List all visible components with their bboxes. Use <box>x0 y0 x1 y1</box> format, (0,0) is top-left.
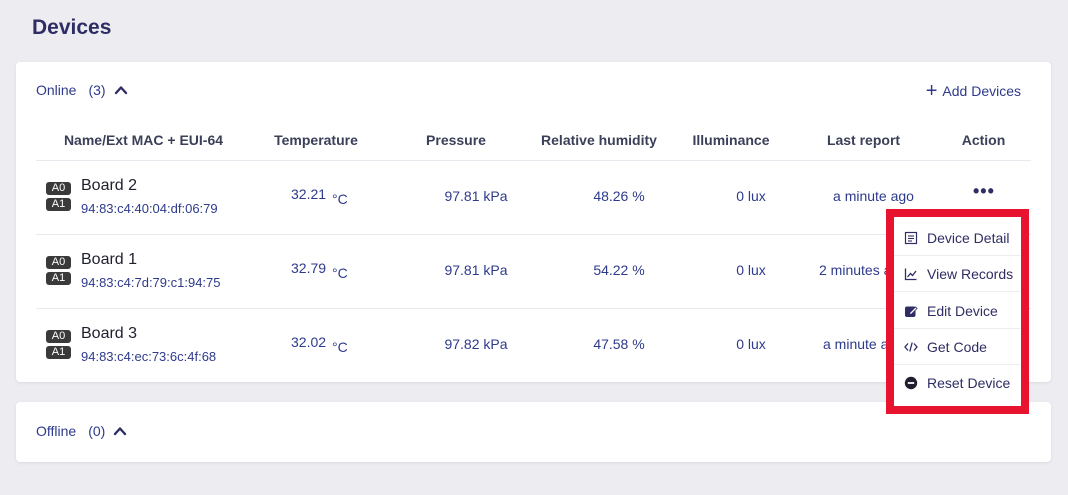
column-header-name[interactable]: Name/Ext MAC + EUI-64 <box>36 132 251 148</box>
device-name[interactable]: Board 2 <box>81 177 137 195</box>
device-name[interactable]: Board 3 <box>81 325 137 343</box>
edit-icon <box>905 305 918 317</box>
menu-item-label: View Records <box>927 265 1014 282</box>
table-row: A0 A1 Board 3 94:83:c4:ec:73:6c:4f:68 32… <box>36 309 1031 383</box>
code-icon <box>904 341 918 352</box>
last-report-value: a minute ago <box>833 188 914 204</box>
device-mac: 94:83:c4:ec:73:6c:4f:68 <box>81 349 217 364</box>
temperature-unit: °C <box>332 339 348 355</box>
offline-count: (0) <box>88 423 106 439</box>
interface-badges: A0 A1 <box>46 330 71 359</box>
temperature-unit: °C <box>332 191 348 207</box>
illuminance-value: 0 lux <box>736 336 766 352</box>
more-actions-button[interactable]: ••• <box>973 181 995 202</box>
plus-icon: + <box>925 80 938 102</box>
badge-a0: A0 <box>46 182 71 195</box>
device-mac: 94:83:c4:7d:79:c1:94:75 <box>81 275 221 290</box>
menu-item-label: Device Detail <box>927 229 1010 246</box>
offline-section-toggle[interactable]: Offline (0) <box>36 423 127 439</box>
badge-a0: A0 <box>46 330 71 343</box>
column-header-illuminance[interactable]: Illuminance <box>681 132 781 148</box>
interface-badges: A0 A1 <box>46 256 71 285</box>
column-header-action: Action <box>961 132 1006 148</box>
menu-item-label: Get Code <box>927 338 987 355</box>
add-devices-button[interactable]: + Add Devices <box>925 80 1021 102</box>
menu-item-edit-device[interactable]: Edit Device <box>894 293 1020 329</box>
illuminance-value: 0 lux <box>736 188 766 204</box>
pressure-value: 97.82 kPa <box>444 336 508 352</box>
device-mac: 94:83:c4:40:04:df:06:79 <box>81 201 218 216</box>
badge-a1: A1 <box>46 272 71 285</box>
menu-item-view-records[interactable]: View Records <box>894 256 1020 292</box>
menu-item-device-detail[interactable]: Device Detail <box>894 220 1020 256</box>
chevron-up-icon <box>114 86 127 95</box>
column-header-temperature[interactable]: Temperature <box>256 132 376 148</box>
menu-item-reset-device[interactable]: Reset Device <box>894 365 1020 401</box>
pressure-value: 97.81 kPa <box>444 262 508 278</box>
action-menu: Device Detail View Records Edit Device G… <box>886 209 1029 414</box>
menu-item-label: Edit Device <box>927 302 998 319</box>
online-section-toggle[interactable]: Online (3) <box>36 82 128 98</box>
add-devices-label: Add Devices <box>942 83 1021 99</box>
document-icon <box>904 231 918 244</box>
table-row: A0 A1 Board 1 94:83:c4:7d:79:c1:94:75 32… <box>36 235 1031 309</box>
page-title: Devices <box>32 16 112 39</box>
pressure-value: 97.81 kPa <box>444 188 508 204</box>
menu-item-get-code[interactable]: Get Code <box>894 329 1020 365</box>
badge-a1: A1 <box>46 346 71 359</box>
column-header-last-report[interactable]: Last report <box>806 132 921 148</box>
humidity-value: 54.22 % <box>593 262 645 278</box>
humidity-value: 47.58 % <box>593 336 645 352</box>
chevron-up-icon <box>114 427 127 436</box>
temperature-value: 32.21 <box>291 186 327 202</box>
column-header-pressure[interactable]: Pressure <box>396 132 516 148</box>
interface-badges: A0 A1 <box>46 182 71 211</box>
chart-line-icon <box>904 268 917 280</box>
temperature-value: 32.79 <box>291 260 327 276</box>
illuminance-value: 0 lux <box>736 262 766 278</box>
menu-item-label: Reset Device <box>927 375 1011 391</box>
offline-label: Offline <box>36 423 77 439</box>
table-row: A0 A1 Board 2 94:83:c4:40:04:df:06:79 32… <box>36 161 1031 235</box>
online-label: Online <box>36 82 77 98</box>
column-header-humidity[interactable]: Relative humidity <box>529 132 669 148</box>
humidity-value: 48.26 % <box>593 188 645 204</box>
badge-a1: A1 <box>46 198 71 211</box>
minus-circle-icon <box>904 376 918 390</box>
temperature-unit: °C <box>332 265 348 281</box>
temperature-value: 32.02 <box>291 334 327 350</box>
online-count: (3) <box>88 82 106 98</box>
device-name[interactable]: Board 1 <box>81 251 137 269</box>
badge-a0: A0 <box>46 256 71 269</box>
